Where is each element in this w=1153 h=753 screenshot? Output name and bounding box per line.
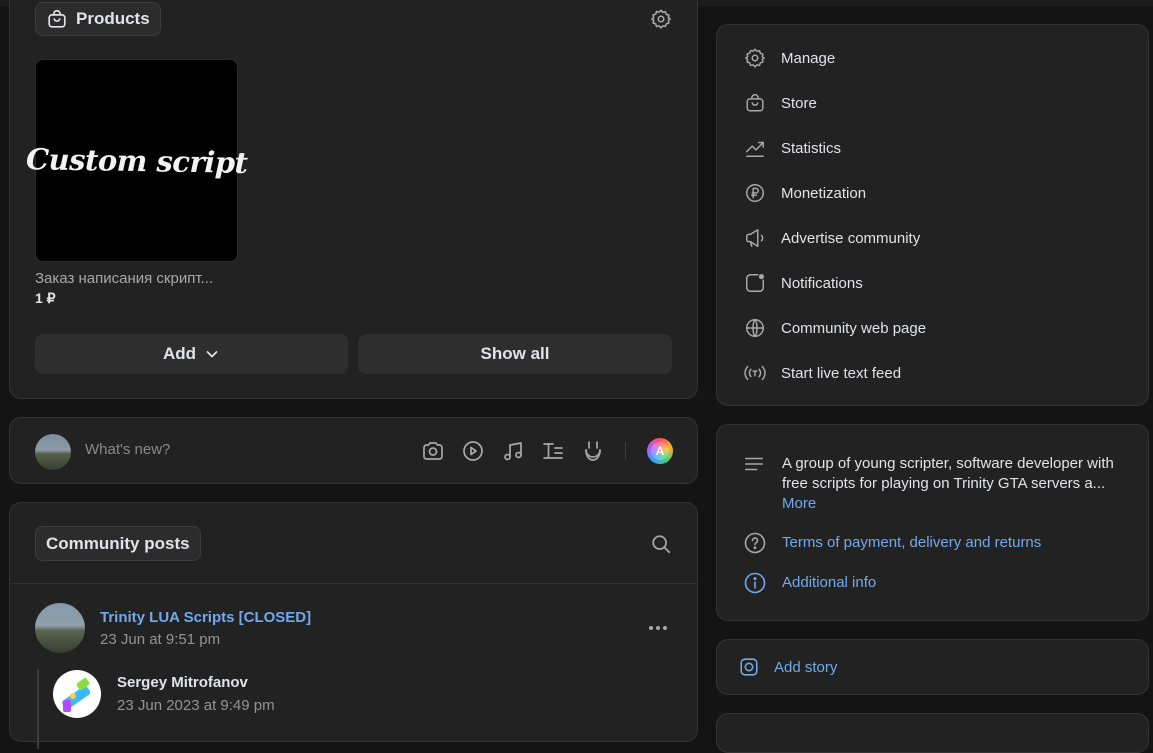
post-avatar[interactable] [35, 603, 85, 653]
sidebar-item-manage[interactable]: Manage [743, 46, 835, 70]
product-image-text: Custom script [25, 141, 248, 180]
info-icon [743, 571, 767, 595]
article-icon[interactable] [541, 439, 565, 463]
avatar[interactable] [35, 434, 71, 470]
ai-assistant-icon[interactable]: A [647, 438, 673, 464]
notification-icon [743, 271, 767, 295]
post-time[interactable]: 23 Jun at 9:51 pm [100, 631, 220, 648]
terms-link[interactable]: Terms of payment, delivery and returns [782, 534, 1041, 551]
sidebar-item-live-feed[interactable]: Start live text feed [743, 361, 901, 385]
sidebar-item-monetization[interactable]: Monetization [743, 181, 866, 205]
sidebar-item-label: Manage [781, 49, 836, 67]
clip-icon[interactable] [581, 439, 605, 463]
show-all-label: Show all [480, 344, 550, 363]
broadcast-icon [743, 361, 767, 385]
posts-title: Community posts [46, 533, 190, 553]
product-name[interactable]: Заказ написания скрипт... [35, 270, 213, 287]
repost-line [37, 669, 39, 749]
post-author[interactable]: Trinity LUA Scripts [CLOSED] [100, 609, 311, 626]
chart-icon [743, 136, 767, 160]
bag-icon [46, 8, 68, 30]
sidebar-item-label: Store [781, 94, 817, 112]
next-card [716, 713, 1149, 753]
sidebar-item-label: Start live text feed [781, 364, 902, 382]
story-icon [738, 656, 760, 678]
posts-divider [10, 583, 697, 584]
video-icon[interactable] [461, 439, 485, 463]
sidebar-item-label: Monetization [781, 184, 867, 202]
add-label: Add [162, 344, 197, 363]
products-card: Products Custom script Заказ написания с… [9, 0, 698, 399]
camera-icon[interactable] [421, 439, 445, 463]
globe-icon [743, 316, 767, 340]
about-description: A group of young scripter, software deve… [782, 454, 1122, 514]
ruble-icon [743, 181, 767, 205]
posts-card: Community posts Trinity LUA Scripts [CLO… [9, 502, 698, 749]
search-icon[interactable] [650, 533, 672, 555]
sidebar-item-label: Notifications [781, 274, 863, 292]
megaphone-icon [743, 226, 767, 250]
repost-avatar[interactable] [53, 670, 101, 718]
music-icon[interactable] [501, 439, 525, 463]
composer-card: What's new? A [9, 417, 698, 484]
add-story-link[interactable]: Add story [774, 659, 837, 676]
gear-icon [743, 46, 767, 70]
show-all-button[interactable]: Show all [358, 334, 672, 374]
product-image[interactable]: Custom script [25, 59, 248, 262]
products-title: Products [76, 9, 150, 28]
posts-chip[interactable]: Community posts [35, 526, 201, 561]
description-icon [743, 453, 765, 475]
products-chip[interactable]: Products [35, 2, 161, 36]
question-icon [743, 531, 767, 555]
story-card[interactable]: Add story [716, 639, 1149, 695]
additional-info-link[interactable]: Additional info [782, 574, 876, 591]
sidebar-item-web-page[interactable]: Community web page [743, 316, 926, 340]
sidebar-item-store[interactable]: Store [743, 91, 817, 115]
composer-divider [625, 442, 626, 460]
add-button[interactable]: Add [35, 334, 348, 374]
community-menu: Manage Store Statistics Monetization Adv… [716, 24, 1149, 406]
sidebar-item-notifications[interactable]: Notifications [743, 271, 863, 295]
about-more-link[interactable]: More [782, 495, 816, 512]
sidebar-item-label: Statistics [781, 139, 842, 157]
bag-icon [743, 91, 767, 115]
about-card: A group of young scripter, software deve… [716, 424, 1149, 621]
composer-input[interactable]: What's new? [85, 441, 170, 458]
repost-author[interactable]: Sergey Mitrofanov [117, 674, 248, 691]
sidebar-item-label: Community web page [781, 319, 927, 337]
sidebar-item-label: Advertise community [781, 229, 921, 247]
chevron-down-icon [204, 346, 220, 362]
repost-time[interactable]: 23 Jun 2023 at 9:49 pm [117, 697, 275, 714]
sidebar-item-statistics[interactable]: Statistics [743, 136, 841, 160]
sidebar-item-advertise[interactable]: Advertise community [743, 226, 920, 250]
product-price: 1 ₽ [35, 290, 56, 306]
settings-gear-icon[interactable] [649, 7, 673, 31]
more-icon[interactable] [647, 620, 669, 636]
about-description-text: A group of young scripter, software deve… [782, 455, 1114, 492]
